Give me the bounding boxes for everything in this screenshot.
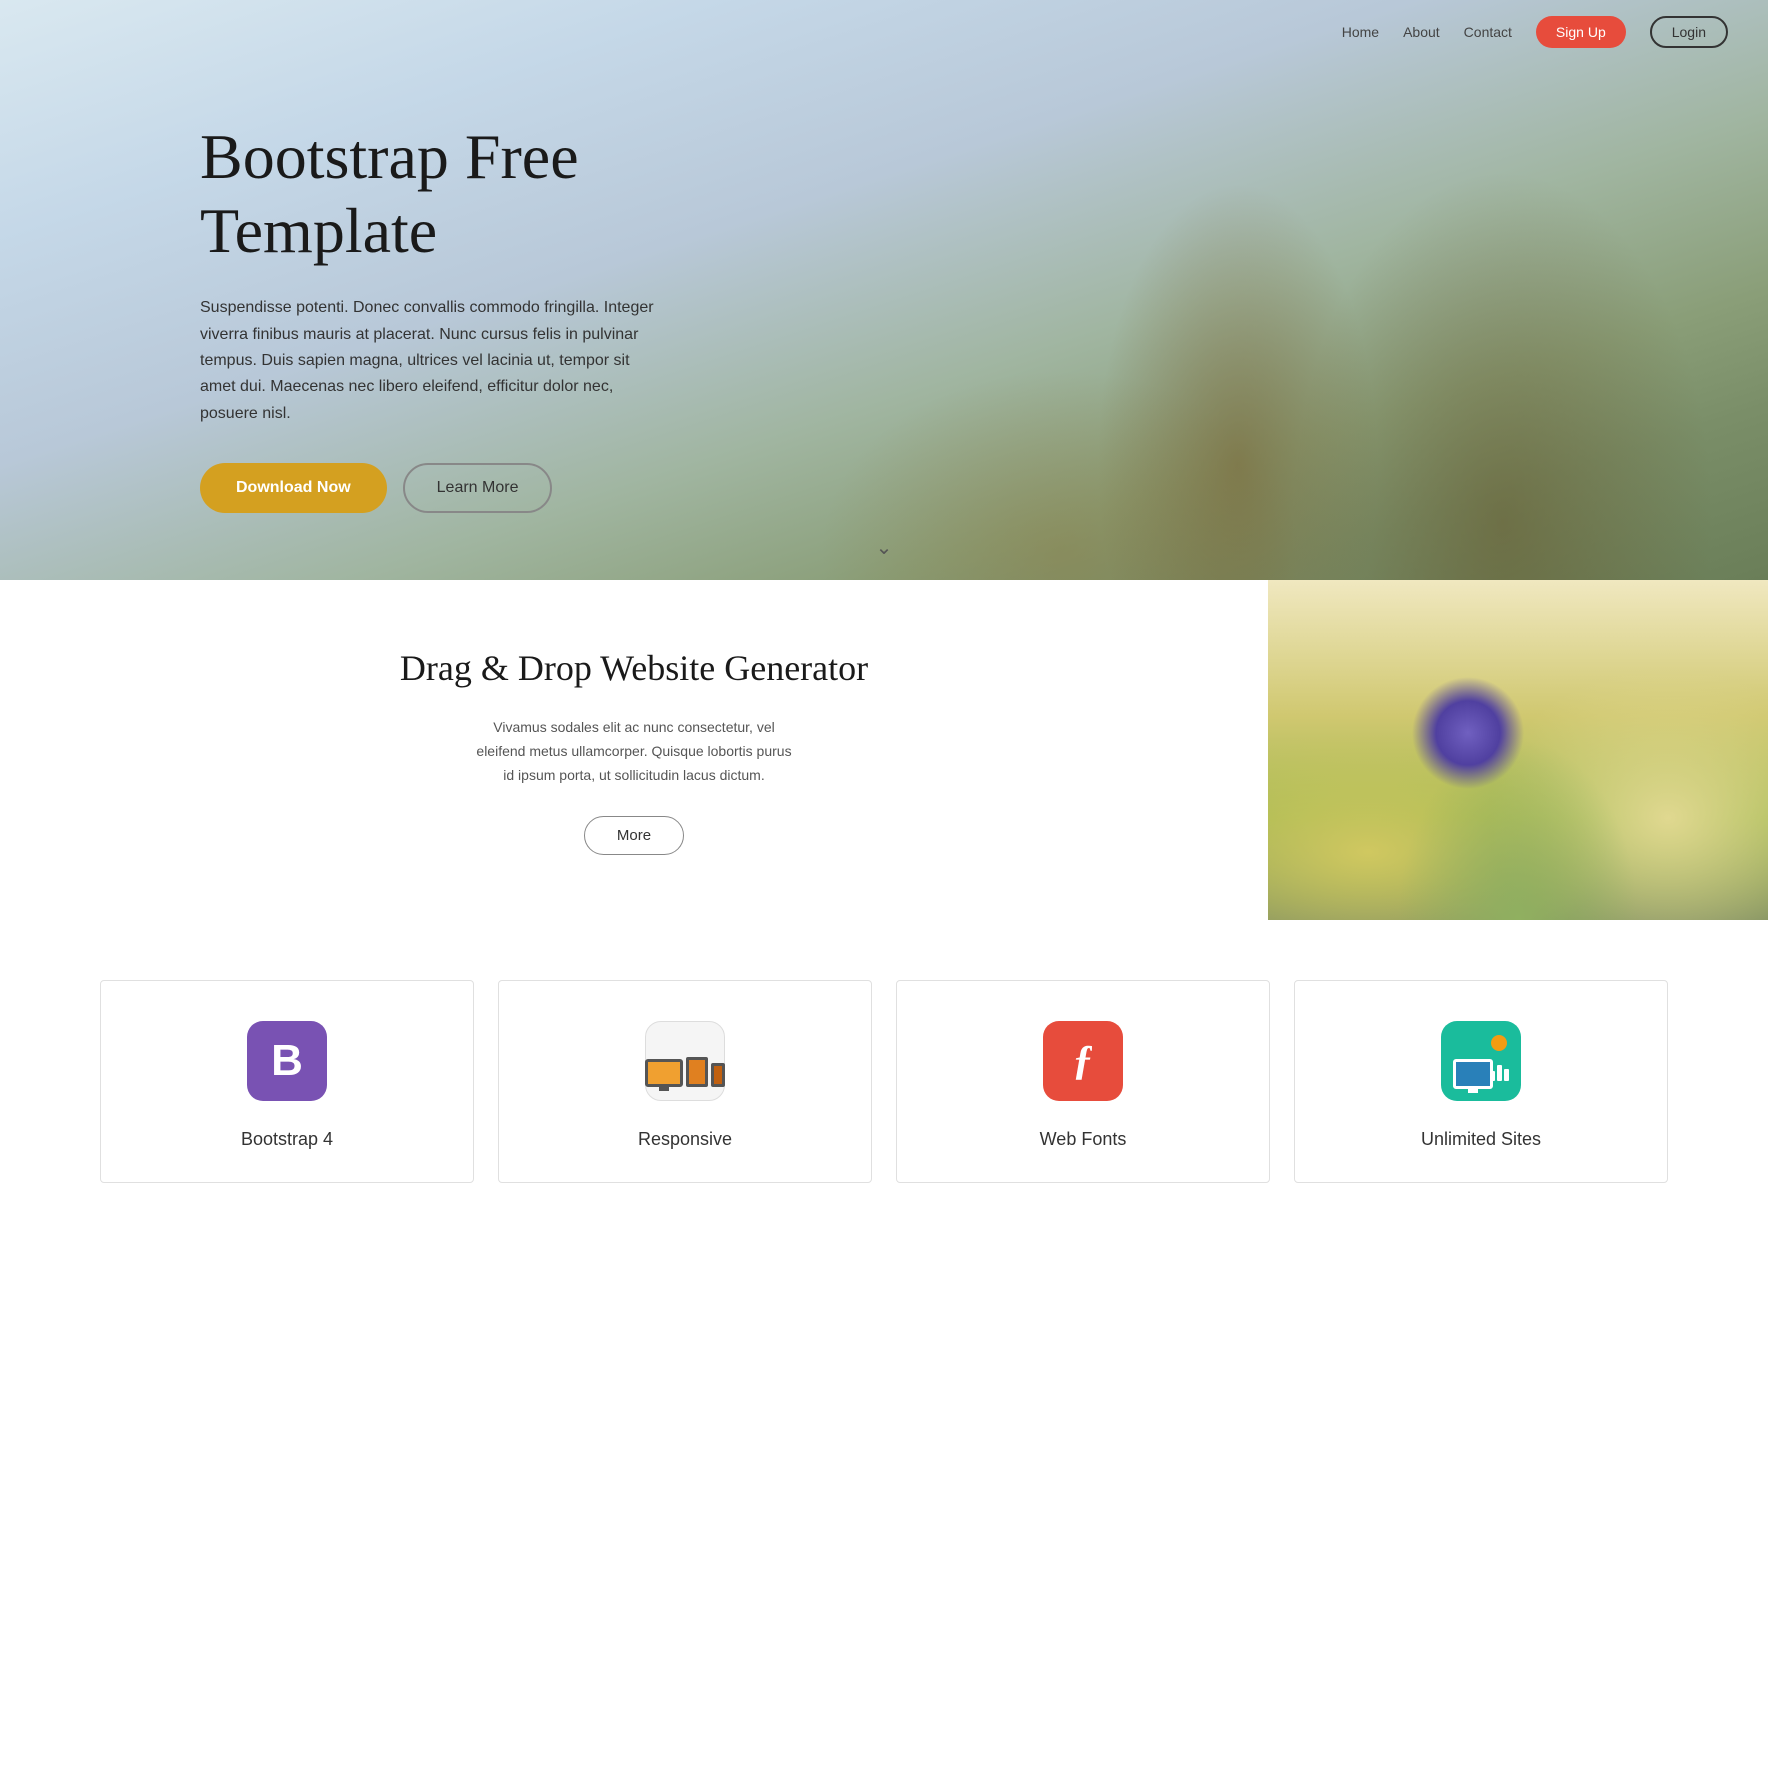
feature-card-bootstrap: B Bootstrap 4	[100, 980, 474, 1183]
drag-drop-text: Vivamus sodales elit ac nunc consectetur…	[474, 716, 794, 787]
hero-title: Bootstrap Free Template	[200, 120, 680, 267]
bootstrap-icon: B	[247, 1021, 327, 1101]
unlimited-monitor	[1453, 1059, 1493, 1089]
bar-1	[1490, 1071, 1495, 1081]
learn-more-button[interactable]: Learn More	[403, 463, 553, 513]
tablet-device	[686, 1057, 708, 1087]
responsive-icon	[645, 1021, 725, 1101]
nav-links: Home About Contact Sign Up Login	[1342, 16, 1728, 48]
drag-drop-title: Drag & Drop Website Generator	[400, 645, 868, 692]
bar-2	[1497, 1065, 1502, 1081]
features-grid: B Bootstrap 4 Responsive ƒ Web Fonts	[100, 980, 1668, 1183]
more-button[interactable]: More	[584, 816, 684, 855]
navbar: Home About Contact Sign Up Login	[0, 0, 1768, 64]
drag-drop-section: Drag & Drop Website Generator Vivamus so…	[0, 580, 1768, 920]
nav-about[interactable]: About	[1403, 24, 1440, 40]
signup-button[interactable]: Sign Up	[1536, 16, 1626, 48]
feature-label-bootstrap: Bootstrap 4	[241, 1129, 333, 1150]
features-section: B Bootstrap 4 Responsive ƒ Web Fonts	[0, 920, 1768, 1243]
scroll-indicator: ⌄	[876, 535, 893, 560]
feature-label-unlimited: Unlimited Sites	[1421, 1129, 1541, 1150]
unlimited-icon-inner	[1453, 1033, 1509, 1089]
monitor-device	[645, 1059, 683, 1087]
hero-content: Bootstrap Free Template Suspendisse pote…	[0, 0, 680, 513]
feature-label-responsive: Responsive	[638, 1129, 732, 1150]
unlimited-icon	[1441, 1021, 1521, 1101]
webfonts-icon: ƒ	[1043, 1021, 1123, 1101]
font-f-icon: ƒ	[1073, 1037, 1094, 1085]
feature-label-webfonts: Web Fonts	[1040, 1129, 1127, 1150]
nav-home[interactable]: Home	[1342, 24, 1379, 40]
feature-card-unlimited: Unlimited Sites	[1294, 980, 1668, 1183]
hero-buttons: Download Now Learn More	[200, 463, 680, 513]
bar-3	[1504, 1069, 1509, 1081]
clock-badge	[1489, 1033, 1509, 1053]
unlimited-chart	[1490, 1065, 1509, 1081]
feature-card-responsive: Responsive	[498, 980, 872, 1183]
flower-background	[1268, 580, 1768, 920]
drag-drop-image	[1268, 580, 1768, 920]
feature-card-webfonts: ƒ Web Fonts	[896, 980, 1270, 1183]
download-now-button[interactable]: Download Now	[200, 463, 387, 513]
hero-section: Bootstrap Free Template Suspendisse pote…	[0, 0, 1768, 580]
phone-device	[711, 1063, 725, 1087]
device-icon-group	[645, 1035, 725, 1087]
login-button[interactable]: Login	[1650, 16, 1728, 48]
drag-drop-left: Drag & Drop Website Generator Vivamus so…	[0, 580, 1268, 920]
nav-contact[interactable]: Contact	[1464, 24, 1512, 40]
hero-subtitle: Suspendisse potenti. Donec convallis com…	[200, 295, 660, 427]
